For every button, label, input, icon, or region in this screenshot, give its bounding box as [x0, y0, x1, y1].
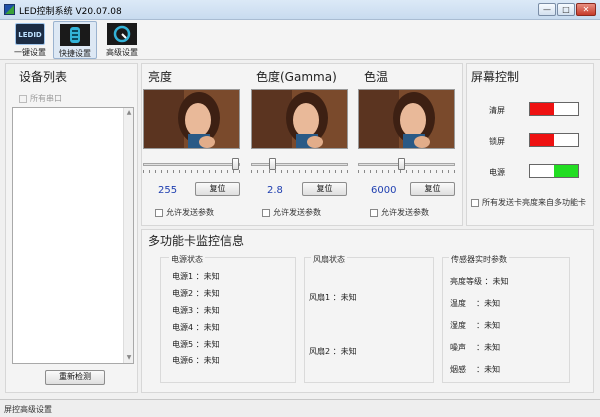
title-bar: LED控制系统 V20.07.08 — □ ✕	[0, 0, 600, 20]
power-status-title: 电源状态	[169, 254, 205, 265]
color-temperature-title: 色温	[364, 70, 389, 84]
gamma-title: 色度(Gamma)	[256, 70, 337, 84]
status-text: 屏控高级设置	[4, 405, 52, 414]
fan-2-status: 风扇2 ：未知	[309, 347, 357, 356]
device-list-title: 设备列表	[19, 70, 68, 84]
clear-screen-toggle[interactable]	[529, 102, 579, 116]
tool-label: 高级设置	[106, 48, 138, 57]
brightness-preview-image	[143, 89, 240, 149]
all-ports-label: 所有串口	[30, 94, 62, 103]
power-3-status: 电源3 ：未知	[172, 306, 220, 315]
fan-status-title: 风扇状态	[311, 254, 347, 265]
tool-quick-setup[interactable]: 快捷设置	[53, 21, 97, 59]
toggle-fill	[530, 103, 554, 115]
lock-screen-label: 锁屏	[489, 137, 505, 146]
lock-screen-toggle[interactable]	[529, 133, 579, 147]
gamma-value: 2.8	[267, 185, 283, 196]
screen-control-title: 屏幕控制	[471, 70, 520, 84]
noise-reading: 噪声 ：未知	[450, 343, 501, 352]
color-temperature-preview-image	[358, 89, 455, 149]
slider-track	[358, 163, 455, 166]
brightness-reset-button[interactable]: 复位	[195, 182, 240, 196]
clear-screen-label: 清屏	[489, 106, 505, 115]
checkbox-icon	[19, 94, 27, 103]
power-2-status: 电源2 ：未知	[172, 289, 220, 298]
power-label: 电源	[489, 168, 505, 177]
tool-one-click-setup[interactable]: LEDID 一键设置	[8, 21, 52, 59]
power-toggle[interactable]	[529, 164, 579, 178]
gauge-icon	[107, 23, 137, 45]
power-5-status: 电源5 ：未知	[172, 340, 220, 349]
tool-label: 快捷设置	[59, 49, 91, 58]
all-cards-brightness-label: 所有发送卡亮度来自多功能卡	[482, 198, 586, 207]
minimize-button[interactable]: —	[538, 3, 556, 16]
close-button[interactable]: ✕	[576, 3, 596, 16]
monitor-title: 多功能卡监控信息	[148, 234, 245, 248]
color-temperature-reset-button[interactable]: 复位	[410, 182, 455, 196]
slider-thumb[interactable]	[269, 158, 276, 170]
device-list-scrollbar[interactable]: ▲ ▼	[123, 108, 133, 363]
color-temperature-allow-send-checkbox[interactable]: 允许发送参数	[370, 207, 429, 218]
window-title: LED控制系统 V20.07.08	[19, 7, 122, 17]
power-1-status: 电源1 ：未知	[172, 272, 220, 281]
checkbox-icon	[370, 208, 378, 217]
slider-thumb[interactable]	[398, 158, 405, 170]
slider-track	[251, 163, 348, 166]
toggle-fill	[530, 134, 554, 146]
brightness-value: 255	[158, 185, 178, 196]
brightness-title: 亮度	[148, 70, 173, 84]
smoke-reading: 烟感 ：未知	[450, 365, 501, 374]
power-6-status: 电源6 ：未知	[172, 356, 220, 365]
slider-ticks	[251, 170, 348, 173]
fan-status-box	[304, 257, 434, 383]
slider-track	[143, 163, 240, 166]
toolbar: LEDID 一键设置 快捷设置 高级设置	[0, 20, 600, 60]
gamma-slider[interactable]	[251, 158, 348, 173]
brightness-level-reading: 亮度等级 ：未知	[450, 277, 509, 286]
color-temperature-slider[interactable]	[358, 158, 455, 173]
redetect-button[interactable]: 重新检测	[45, 370, 105, 385]
allow-send-label: 允许发送参数	[273, 208, 321, 217]
sensor-params-title: 传感器实时参数	[449, 254, 509, 265]
checkbox-icon	[155, 208, 163, 217]
app-icon	[4, 4, 15, 15]
all-cards-brightness-checkbox[interactable]: 所有发送卡亮度来自多功能卡	[471, 197, 586, 208]
allow-send-label: 允许发送参数	[381, 208, 429, 217]
scroll-down-icon[interactable]: ▼	[125, 354, 133, 362]
slider-ticks	[143, 170, 240, 173]
device-listbox[interactable]: ▲ ▼	[12, 107, 134, 364]
chip-icon	[60, 24, 90, 46]
fan-1-status: 风扇1 ：未知	[309, 293, 357, 302]
maximize-button[interactable]: □	[557, 3, 575, 16]
power-4-status: 电源4 ：未知	[172, 323, 220, 332]
status-bar: 屏控高级设置	[0, 399, 600, 417]
checkbox-icon	[262, 208, 270, 217]
gamma-preview-image	[251, 89, 348, 149]
toggle-fill	[554, 165, 578, 177]
humidity-reading: 湿度 ：未知	[450, 321, 501, 330]
color-temperature-value: 6000	[371, 185, 397, 196]
checkbox-icon	[471, 198, 479, 207]
allow-send-label: 允许发送参数	[166, 208, 214, 217]
led-id-icon: LEDID	[15, 23, 45, 45]
gamma-reset-button[interactable]: 复位	[302, 182, 347, 196]
gamma-allow-send-checkbox[interactable]: 允许发送参数	[262, 207, 321, 218]
tool-advanced-setup[interactable]: 高级设置	[100, 21, 144, 59]
tool-label: 一键设置	[14, 48, 46, 57]
brightness-allow-send-checkbox[interactable]: 允许发送参数	[155, 207, 214, 218]
scroll-up-icon[interactable]: ▲	[125, 109, 133, 117]
slider-ticks	[358, 170, 455, 173]
temperature-reading: 温度 ：未知	[450, 299, 501, 308]
brightness-slider[interactable]	[143, 158, 240, 173]
all-ports-checkbox[interactable]: 所有串口	[19, 93, 62, 104]
slider-thumb[interactable]	[232, 158, 239, 170]
